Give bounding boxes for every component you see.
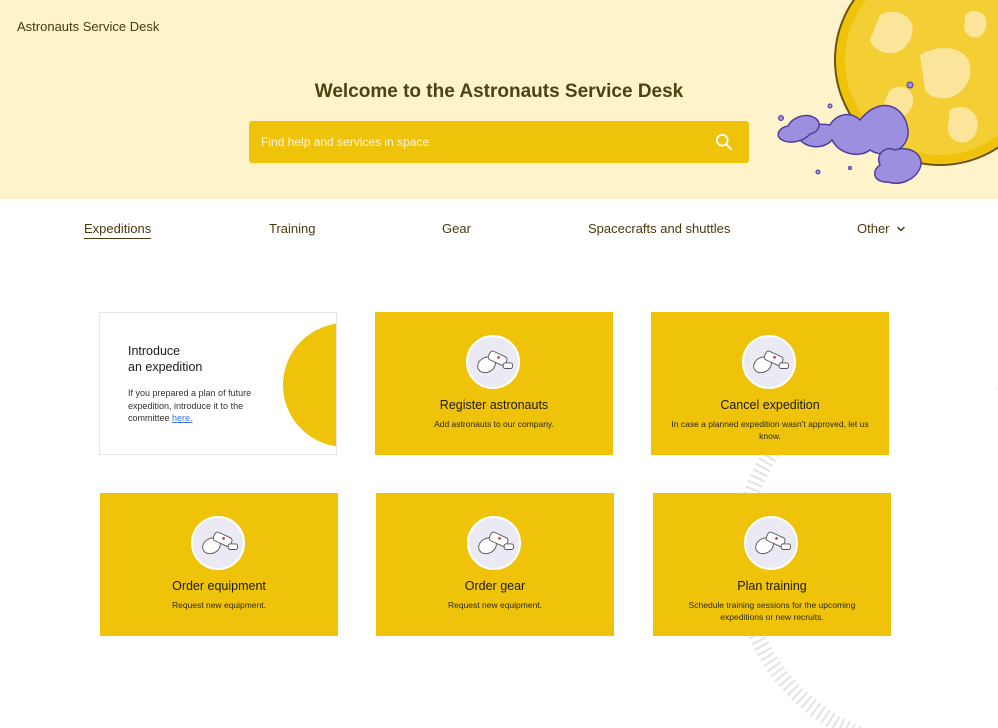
search-bar[interactable] [249,121,749,163]
intro-title-line1: Introduce [128,344,181,358]
category-nav: Expeditions Training Gear Spacecrafts an… [0,199,998,259]
chevron-down-icon [896,226,905,231]
tab-other[interactable]: Other [857,221,906,236]
card-desc: Request new equipment. [171,600,267,610]
service-card-order-equipment[interactable]: Order equipment Request new equipment. [100,493,338,636]
tab-spacecrafts[interactable]: Spacecrafts and shuttles [588,221,730,236]
service-card-cancel-expedition[interactable]: Cancel expedition In case a planned expe… [651,312,889,455]
card-desc: Request new equipment. [447,600,543,610]
service-card-plan-training[interactable]: Plan training Schedule training sessions… [653,493,891,636]
tab-expeditions[interactable]: Expeditions [84,221,152,239]
astronaut-icon [191,516,245,570]
tab-other-label: Other [857,221,890,236]
intro-card-desc: If you prepared a plan of future expedit… [128,387,253,425]
intro-title-line2: an expedition [128,360,203,374]
card-desc: Schedule training sessions for the upcom… [688,600,856,622]
card-title: Register astronauts [439,398,549,412]
card-title: Cancel expedition [720,398,820,412]
intro-decor-circle [283,323,336,447]
search-input[interactable] [261,121,701,163]
card-desc: Add astronauts to our company. [434,419,554,429]
tab-gear[interactable]: Gear [442,221,471,236]
card-title: Order gear [464,579,526,593]
card-title: Order equipment [172,579,266,593]
astronaut-icon [466,335,520,389]
tab-training[interactable]: Training [269,221,315,236]
brand-title[interactable]: Astronauts Service Desk [17,19,159,34]
planet-illustration [777,0,998,184]
search-icon[interactable] [715,133,733,151]
service-card-register-astronauts[interactable]: Register astronauts Add astronauts to ou… [375,312,613,455]
intro-here-link[interactable]: here. [172,413,193,423]
card-desc: In case a planned expedition wasn't appr… [671,419,869,441]
service-card-order-gear[interactable]: Order gear Request new equipment. [376,493,614,636]
astronaut-icon [742,335,796,389]
card-title: Plan training [737,579,807,593]
hero-banner: Astronauts Service Desk Welcome to the A… [0,0,998,199]
astronaut-icon [744,516,798,570]
astronaut-icon [467,516,521,570]
intro-expedition-card[interactable]: Introduce an expedition If you prepared … [99,312,337,455]
intro-card-title: Introduce an expedition [128,343,248,375]
